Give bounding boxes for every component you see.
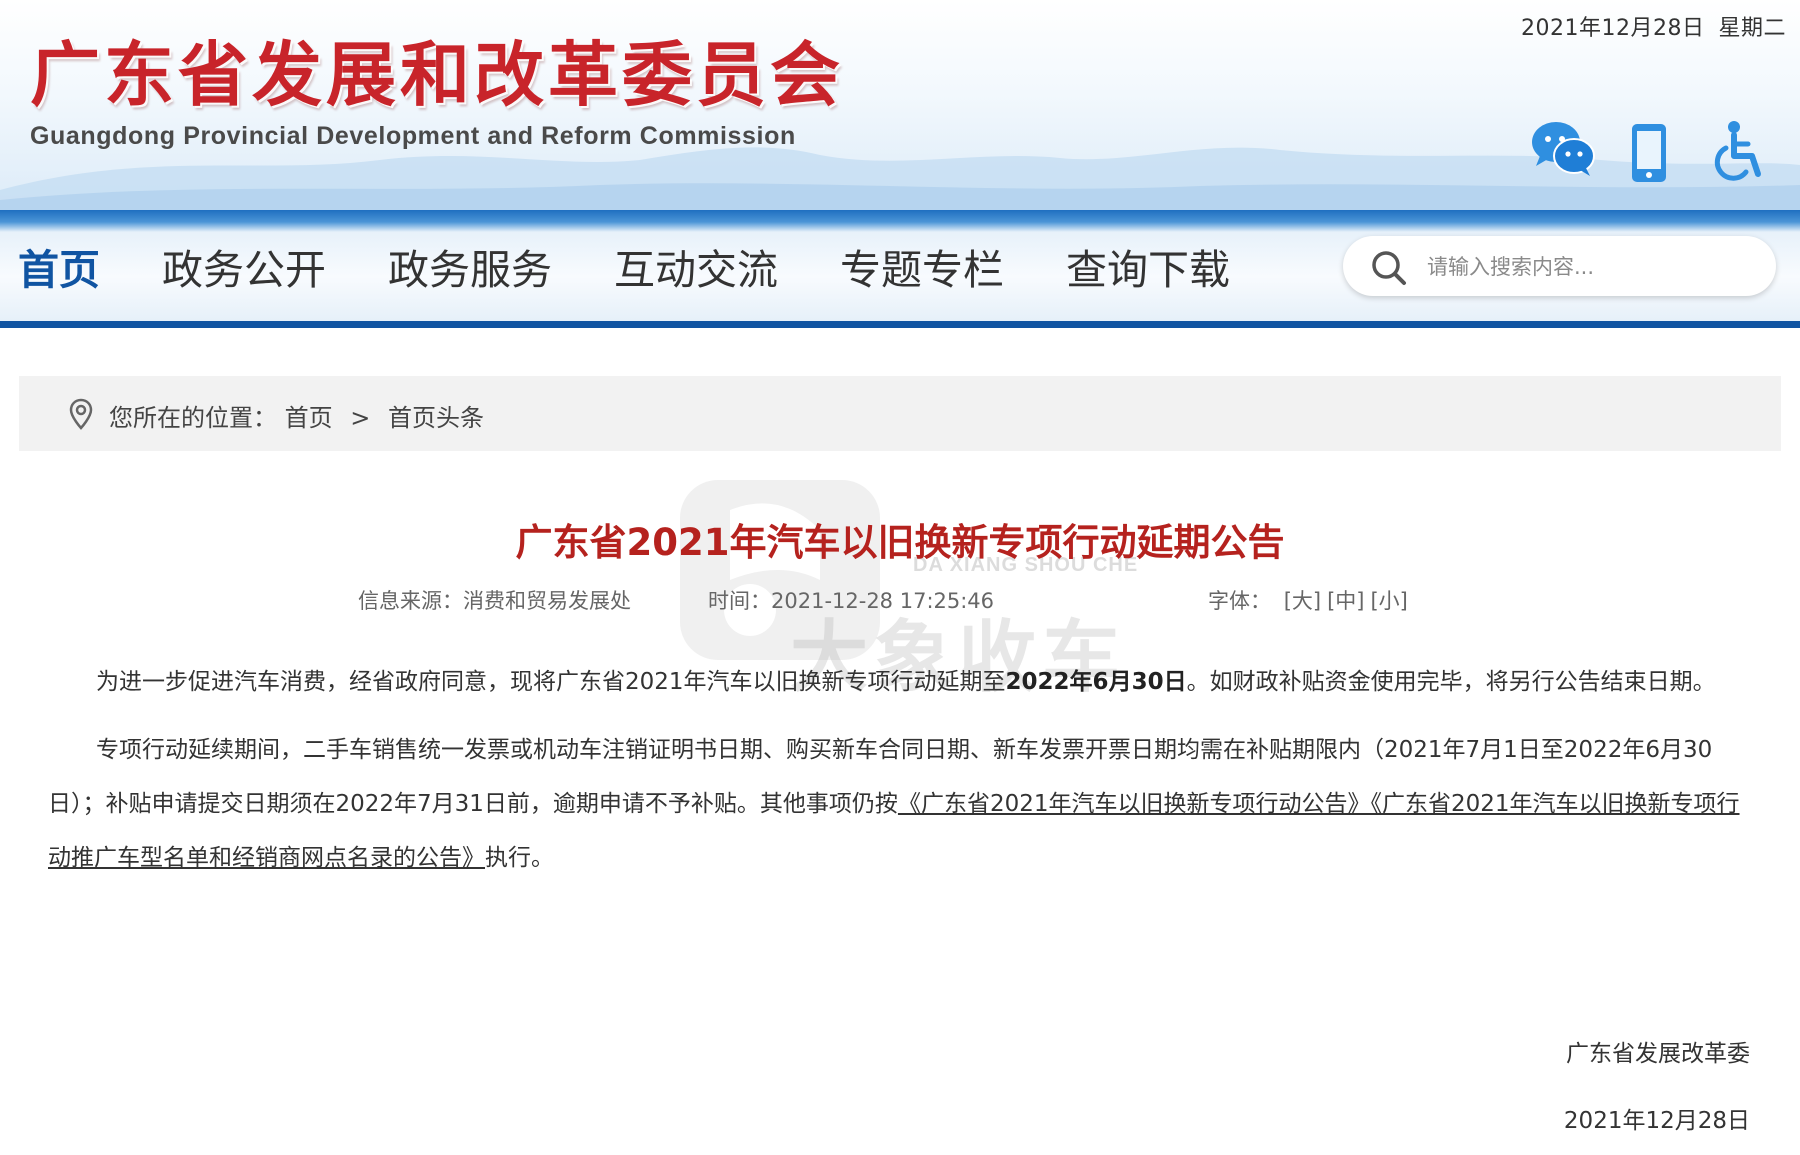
- nav-item-gov-affairs-open[interactable]: 政务公开: [162, 246, 326, 295]
- font-medium-link[interactable]: [中]: [1327, 589, 1364, 613]
- date-display: 2021年12月28日 星期二: [1521, 10, 1786, 42]
- search-input[interactable]: [1425, 248, 1759, 286]
- font-small-link[interactable]: [小]: [1370, 589, 1407, 613]
- article-title: 广东省2021年汽车以旧换新专项行动延期公告: [515, 521, 1285, 564]
- breadcrumb-text: 您所在的位置： 首页 > 首页头条: [109, 398, 484, 433]
- wechat-icon[interactable]: [1530, 118, 1596, 180]
- font-large-link[interactable]: [大]: [1284, 589, 1321, 613]
- nav-item-special-topics[interactable]: 专题专栏: [840, 246, 1004, 295]
- breadcrumb: 您所在的位置： 首页 > 首页头条: [19, 376, 1781, 451]
- article-time: 时间：2021-12-28 17:25:46: [708, 585, 994, 615]
- signature-org: 广东省发展改革委: [1566, 1041, 1750, 1067]
- time-label: 时间：: [708, 589, 771, 613]
- article-body: 为进一步促进汽车消费，经省政府同意，现将广东省2021年汽车以旧换新专项行动延期…: [48, 655, 1748, 899]
- site-header: 2021年12月28日 星期二 广东省发展和改革委员会 Guangdong Pro…: [0, 0, 1800, 210]
- breadcrumb-headline-link[interactable]: 首页头条: [388, 404, 484, 432]
- paragraph-text: 。如财政补贴资金使用完毕，将另行公告结束日期。: [1186, 669, 1716, 695]
- article-paragraph: 为进一步促进汽车消费，经省政府同意，现将广东省2021年汽车以旧换新专项行动延期…: [48, 655, 1748, 709]
- time-value: 2021-12-28 17:25:46: [771, 589, 995, 613]
- nav-menu: 首页 政务公开 政务服务 互动交流 专题专栏 查询下载: [18, 246, 1292, 295]
- source-value: 消费和贸易发展处: [463, 589, 631, 613]
- article-source: 信息来源：消费和贸易发展处: [358, 585, 631, 615]
- nav-item-home[interactable]: 首页: [18, 246, 100, 295]
- breadcrumb-home-link[interactable]: 首页: [285, 404, 333, 432]
- breadcrumb-label: 您所在的位置：: [109, 404, 277, 432]
- article-paragraph: 专项行动延续期间，二手车销售统一发票或机动车注销证明书日期、购买新车合同日期、新…: [48, 723, 1748, 885]
- location-pin-icon: [69, 398, 93, 434]
- main-nav: 首页 政务公开 政务服务 互动交流 专题专栏 查询下载: [0, 210, 1800, 328]
- nav-item-gov-services[interactable]: 政务服务: [388, 246, 552, 295]
- nav-item-query-download[interactable]: 查询下载: [1066, 246, 1230, 295]
- site-logo-cn[interactable]: 广东省发展和改革委员会: [30, 40, 844, 110]
- paragraph-text: 执行。: [485, 845, 554, 871]
- watermark-logo: [670, 470, 890, 674]
- nav-item-interaction[interactable]: 互动交流: [614, 246, 778, 295]
- font-label: 字体：: [1208, 589, 1271, 613]
- breadcrumb-separator: >: [350, 404, 371, 432]
- current-weekday: 星期二: [1718, 16, 1786, 41]
- paragraph-text: 为进一步促进汽车消费，经省政府同意，现将广东省2021年汽车以旧换新专项行动延期…: [96, 669, 1006, 695]
- mobile-icon[interactable]: [1630, 122, 1668, 184]
- accessibility-icon[interactable]: [1712, 120, 1766, 184]
- search-icon[interactable]: [1371, 250, 1407, 290]
- signature-date: 2021年12月28日: [1563, 1108, 1750, 1134]
- font-size-controls: 字体： [大] [中] [小]: [1208, 585, 1408, 615]
- site-logo-en: Guangdong Provincial Development and Ref…: [30, 122, 796, 150]
- deadline-bold: 2022年6月30日: [1005, 669, 1187, 695]
- source-label: 信息来源：: [358, 589, 463, 613]
- current-date: 2021年12月28日: [1521, 16, 1705, 41]
- search-box: [1343, 236, 1776, 296]
